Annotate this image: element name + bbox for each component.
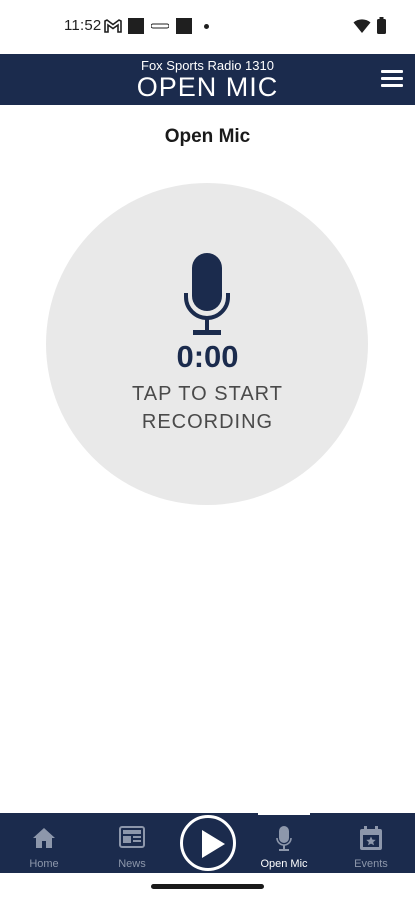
nav-label-events: Events xyxy=(354,858,388,870)
nav-item-events[interactable]: Events xyxy=(343,813,399,873)
nav-label-open-mic: Open Mic xyxy=(260,858,308,870)
app-header: Fox Sports Radio 1310 OPEN MIC xyxy=(0,54,415,105)
notification-square-icon xyxy=(176,18,192,34)
calendar-star-icon xyxy=(360,826,382,850)
gmail-icon xyxy=(104,19,122,33)
newspaper-icon xyxy=(119,826,145,848)
hamburger-menu-icon[interactable] xyxy=(381,69,405,89)
home-icon xyxy=(33,828,55,848)
microphone-icon xyxy=(276,826,292,851)
play-icon xyxy=(202,830,225,858)
system-gesture-area xyxy=(0,873,415,900)
app-screen: 11:52 Fox Sports Radio 1310 OPEN MIC Ope… xyxy=(0,0,415,900)
play-button[interactable] xyxy=(180,815,236,871)
record-prompt-line-2: RECORDING xyxy=(141,411,274,433)
notification-small-icon xyxy=(151,23,169,29)
gesture-handle[interactable] xyxy=(151,884,264,889)
station-name: Fox Sports Radio 1310 xyxy=(141,58,274,73)
page-heading: Open Mic xyxy=(164,126,251,147)
nav-item-news[interactable]: News xyxy=(104,813,160,873)
nav-item-home[interactable]: Home xyxy=(16,813,72,873)
notification-square-icon xyxy=(128,18,144,34)
record-prompt-line-1: TAP TO START xyxy=(132,383,283,405)
microphone-icon xyxy=(184,253,230,335)
app-title: OPEN MIC xyxy=(136,72,279,102)
status-bar: 11:52 xyxy=(0,0,415,54)
nav-label-news: News xyxy=(118,858,146,870)
nav-item-open-mic[interactable]: Open Mic xyxy=(252,813,316,873)
battery-icon xyxy=(377,17,386,34)
nav-label-home: Home xyxy=(29,858,59,870)
wifi-icon xyxy=(353,19,371,33)
dot-icon xyxy=(204,24,209,29)
status-time: 11:52 xyxy=(64,17,102,34)
recording-timer: 0:00 xyxy=(176,339,239,374)
